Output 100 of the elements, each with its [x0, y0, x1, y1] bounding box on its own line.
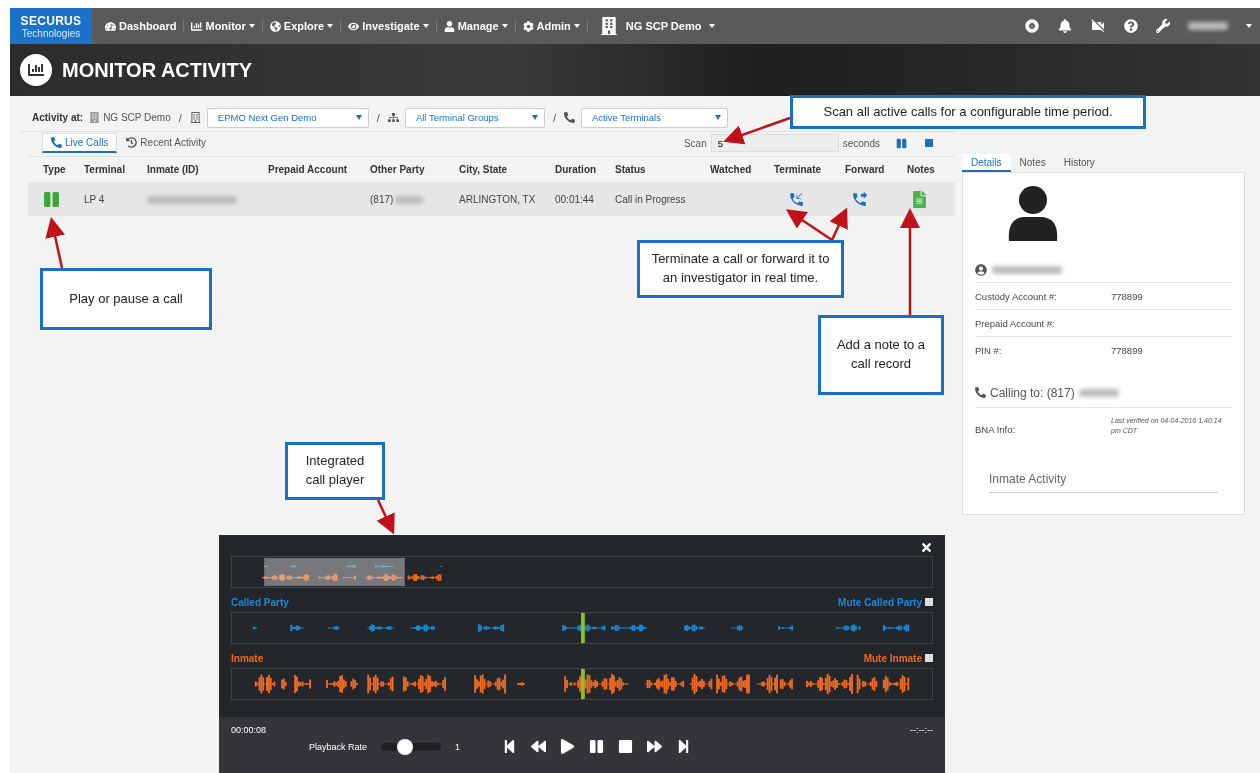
nav-menu-item[interactable]: Monitor — [184, 20, 263, 32]
page-title: MONITOR ACTIVITY — [62, 58, 252, 82]
column-header: Other Party — [370, 164, 426, 175]
facility-menu[interactable]: NG SCP Demo — [587, 17, 728, 35]
tab[interactable]: History — [1054, 154, 1104, 172]
arrow — [45, 217, 65, 269]
callout-box: Terminate a call or forward it to an investigator in real time. — [637, 240, 844, 298]
building-icon — [599, 17, 618, 35]
blurred-text — [395, 195, 424, 204]
wrench-icon[interactable] — [1156, 19, 1170, 33]
blurred-text — [992, 265, 1062, 274]
nav-menu-item[interactable]: Explore — [262, 20, 342, 32]
column-header: Forward — [845, 164, 886, 175]
table-cell-text: Call in Progress — [615, 194, 687, 205]
separator: / — [177, 111, 183, 124]
rewind-icon[interactable] — [531, 739, 547, 754]
table-cell-text: 00:01:44 — [555, 194, 595, 205]
site-name: NG SCP Demo — [103, 112, 171, 123]
scan-input[interactable]: 5 — [710, 134, 839, 152]
column-header: Prepaid Account — [268, 164, 349, 175]
history-icon — [126, 137, 138, 148]
callout-box: Add a note to a call record — [818, 315, 944, 395]
elapsed-time: 00:00:08 — [231, 725, 267, 735]
column-header: City, State — [459, 164, 509, 175]
slider-thumb[interactable] — [397, 738, 414, 755]
bar-chart-icon — [191, 20, 203, 32]
company-logo[interactable]: SECURUS Technologies — [10, 8, 92, 44]
field-value: 778899 — [1111, 290, 1144, 302]
pause-icon[interactable] — [589, 739, 605, 754]
gauge-icon — [105, 20, 116, 32]
playback-rate-label: Playback Rate — [309, 741, 368, 752]
building-icon — [189, 112, 201, 123]
globe-icon — [269, 20, 281, 32]
playhead-marker[interactable] — [581, 669, 585, 699]
phone-icon — [51, 137, 62, 148]
chart-icon — [20, 54, 52, 86]
separator: / — [375, 111, 381, 124]
field-label: Prepaid Account #: — [975, 317, 1056, 329]
stop-icon[interactable] — [618, 739, 634, 754]
person-icon — [443, 20, 455, 32]
playhead-marker[interactable] — [581, 613, 585, 643]
calling-to-text: Calling to: (817) — [990, 385, 1075, 400]
section-heading: Inmate Activity — [989, 471, 1218, 493]
caret-icon — [1246, 24, 1252, 28]
nav-menu-item[interactable]: Investigate — [341, 20, 437, 32]
field-value: 778899 — [1111, 345, 1144, 356]
close-icon[interactable] — [920, 541, 933, 554]
bell-icon[interactable] — [1058, 19, 1072, 33]
column-header: Terminate — [774, 164, 823, 175]
arrow — [723, 116, 791, 145]
blurred-text — [1078, 388, 1119, 397]
eye-icon — [348, 20, 360, 32]
tab[interactable]: Live Calls — [42, 133, 118, 153]
gear-icon — [522, 20, 534, 32]
sitemap-icon — [387, 112, 399, 123]
table-cell-text: ARLINGTON, TX — [459, 194, 537, 205]
table-cell-text: LP 4 — [84, 194, 106, 205]
building-icon — [89, 112, 101, 123]
callout-box: Scan all active calls for a configurable time period. — [790, 95, 1146, 129]
column-header: Terminal — [84, 164, 126, 175]
terminal-select[interactable]: Active Terminals — [580, 107, 728, 128]
nav-menu-item[interactable]: Dashboard — [98, 20, 185, 32]
column-header: Inmate (ID) — [147, 164, 200, 175]
arrow — [376, 499, 395, 535]
video-off-icon[interactable] — [1090, 18, 1106, 34]
tab[interactable]: Details — [962, 154, 1011, 172]
field-label: Custody Account #: — [975, 290, 1058, 302]
table-cell: (817) — [370, 194, 394, 205]
phone-forward-icon[interactable] — [851, 191, 868, 208]
help-icon[interactable] — [1124, 19, 1138, 33]
track-label: Inmate — [231, 652, 264, 664]
rate-value: 1 — [455, 741, 461, 752]
group-select[interactable]: All Terminal Groups — [404, 107, 545, 128]
column-header: Notes — [907, 164, 936, 175]
person-icon — [975, 263, 987, 276]
track-label: Called Party — [231, 596, 289, 608]
separator: / — [551, 111, 557, 124]
column-header: Status — [615, 164, 647, 175]
column-header: Type — [43, 164, 67, 175]
callout-box: Integrated call player — [285, 442, 385, 500]
nav-menu-item[interactable]: Manage — [436, 20, 516, 32]
field-label: PIN #: — [975, 345, 1003, 356]
phone-icon — [563, 112, 575, 123]
column-header: Duration — [555, 164, 598, 175]
facility-select[interactable]: EPMO Next Gen Demo — [206, 107, 369, 128]
column-header: Watched — [710, 164, 753, 175]
mute-checkbox[interactable]: Mute Called Party — [838, 596, 933, 608]
nav-menu-item[interactable]: Admin — [515, 20, 588, 32]
play-icon[interactable] — [560, 739, 576, 754]
caret-icon — [709, 24, 716, 28]
hang-up-icon[interactable] — [788, 191, 805, 208]
scan-label: Scan — [683, 137, 707, 149]
tab[interactable]: Notes — [1010, 154, 1055, 172]
field-label: BNA Info: — [975, 424, 1017, 436]
end-time: --:--:-- — [910, 725, 933, 735]
fast-forward-icon[interactable] — [647, 739, 663, 754]
callout-box: Play or pause a call — [40, 268, 212, 330]
mute-checkbox[interactable]: Mute Inmate — [863, 652, 933, 664]
activity-label: Activity at: — [32, 112, 84, 123]
tab[interactable]: Recent Activity — [117, 133, 215, 153]
